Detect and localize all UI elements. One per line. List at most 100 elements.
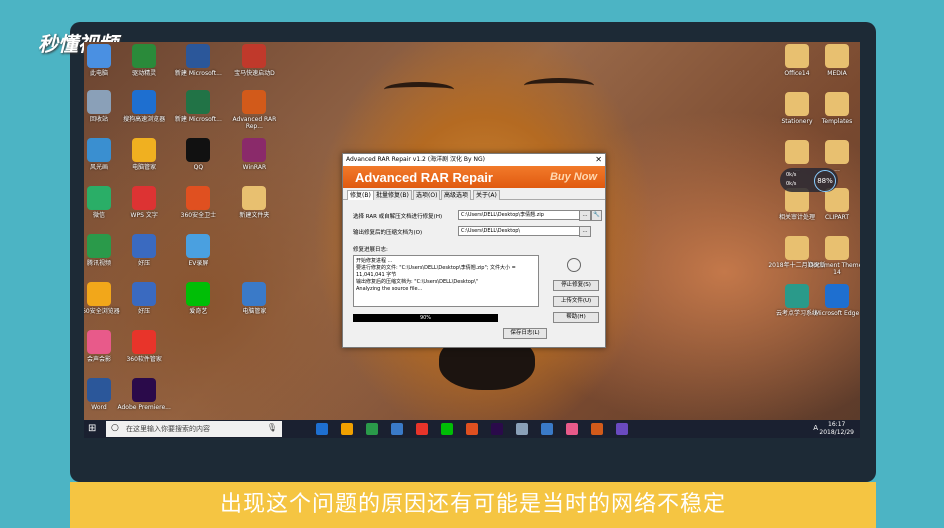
tab-4[interactable]: 关于(A) [473, 190, 500, 200]
app-icon [87, 44, 111, 68]
desktop-icon[interactable]: 新建文件夹 [225, 186, 283, 219]
desktop-icon-label: 360安全卫士 [180, 212, 217, 219]
progress-bar: 90% [353, 314, 498, 322]
desktop-icon-label: WPS 文字 [130, 212, 158, 219]
subtitle-bar: 出现这个问题的原因还有可能是当时的网络不稳定 [70, 482, 876, 528]
taskbar-app-icon[interactable] [366, 423, 378, 435]
desktop-icon[interactable]: Templates [808, 92, 860, 125]
app-icon [132, 234, 157, 258]
taskbar-app-icon[interactable] [341, 423, 353, 435]
open-folder-icon[interactable]: 🔧 [591, 210, 602, 221]
taskbar: ⊞ ○ 在这里输入你要搜索的内容 🎙 A 16:17 2018/12/29 [84, 420, 860, 438]
desktop-icon[interactable]: Document Themes 14 [808, 236, 860, 276]
desktop-icon[interactable]: Microsoft Edge [808, 284, 860, 317]
desktop-icon[interactable]: 驱动精灵 [115, 44, 173, 77]
app-icon [132, 378, 157, 402]
log-line: Analyzing the source file... [356, 286, 423, 292]
browse-archive-button[interactable]: ... [579, 210, 591, 221]
taskbar-app-icon[interactable] [566, 423, 578, 435]
clock-time: 16:17 [828, 421, 846, 428]
folder-icon [825, 44, 849, 68]
taskbar-clock[interactable]: 16:17 2018/12/29 [819, 421, 854, 437]
progress-text: 90% [419, 315, 432, 321]
folder-icon [825, 140, 849, 164]
output-label: 输出修复后的压缩文档为(O) [353, 230, 423, 236]
taskbar-app-icon[interactable] [391, 423, 403, 435]
desktop-icon-label: MEDIA [827, 70, 847, 77]
app-icon [242, 282, 267, 306]
microphone-icon[interactable]: 🎙 [267, 423, 277, 432]
taskbar-app-icon[interactable] [591, 423, 603, 435]
app-icon [242, 44, 267, 68]
tab-3[interactable]: 高级选项 [441, 190, 472, 200]
upload-file-button[interactable]: 上传文件(U) [553, 296, 599, 307]
download-speed: 0k/s [786, 181, 797, 187]
app-icon [186, 138, 211, 162]
taskbar-app-icon[interactable] [516, 423, 528, 435]
desktop-icon[interactable]: 新建 Microsoft... [169, 44, 227, 77]
taskbar-app-icon[interactable] [316, 423, 328, 435]
help-button[interactable]: 帮助(H) [553, 312, 599, 323]
desktop-icon[interactable]: QQ [169, 138, 227, 171]
desktop-icon-label: 新建 Microsoft... [174, 116, 222, 123]
desktop-icon[interactable]: Advanced RAR Rep... [225, 90, 283, 130]
desktop-icon[interactable]: 爱奇艺 [169, 282, 227, 315]
desktop-icon-label: QQ [193, 164, 204, 171]
desktop-icon[interactable]: WPS 文字 [115, 186, 173, 219]
repair-log: 开始修复进程 ... 要进行修复的文件: "C:\Users\DELL\Deskt… [353, 255, 539, 307]
desktop-icon[interactable]: EV录屏 [169, 234, 227, 267]
desktop-icon-label: 360软件管家 [126, 356, 162, 363]
network-speed-widget[interactable]: 0k/s 0k/s 88% [780, 168, 838, 192]
app-icon [132, 186, 157, 210]
windows-start-icon[interactable]: ⊞ [88, 423, 100, 435]
archive-path-field[interactable]: C:\Users\DELL\Desktop\李倩翘.zip [458, 210, 580, 220]
desktop-icon[interactable]: 好压 [115, 234, 173, 267]
save-log-button[interactable]: 保存日志(L) [503, 328, 547, 339]
desktop-icon-label: Microsoft Edge [814, 310, 860, 317]
app-icon [186, 90, 211, 114]
desktop-icon[interactable]: MEDIA [808, 44, 860, 77]
output-path-field[interactable]: C:\Users\DELL\Desktop\ [458, 226, 580, 236]
taskbar-app-icon[interactable] [541, 423, 553, 435]
desktop-icon[interactable]: 宝马快速启动D [225, 44, 283, 77]
desktop-icon[interactable]: 电脑管家 [225, 282, 283, 315]
tab-2[interactable]: 选项(O) [413, 190, 441, 200]
desktop-icon-label: 新建文件夹 [239, 212, 270, 219]
desktop-icon[interactable]: 搜狗高速浏览器 [115, 90, 173, 123]
tab-0[interactable]: 修复(B) [347, 190, 374, 200]
close-icon[interactable]: ✕ [595, 154, 602, 166]
buy-now-link[interactable]: Buy Now [550, 171, 597, 183]
desktop-icon-label: 好压 [138, 260, 151, 267]
folder-icon [785, 140, 809, 164]
browse-output-button[interactable]: ... [579, 226, 591, 237]
app-icon [186, 282, 211, 306]
desktop-icon[interactable]: WinRAR [225, 138, 283, 171]
taskbar-app-icon[interactable] [466, 423, 478, 435]
taskbar-search-box[interactable]: ○ 在这里输入你要搜索的内容 🎙 [106, 421, 282, 437]
taskbar-app-icon[interactable] [616, 423, 628, 435]
desktop-icon[interactable]: CLIPART [808, 188, 860, 221]
upload-speed: 0k/s [786, 172, 797, 178]
tab-1[interactable]: 批量修复(B) [373, 190, 412, 200]
desktop-icon[interactable]: Adobe Premiere... [115, 378, 173, 411]
desktop-icon[interactable]: 新建 Microsoft... [169, 90, 227, 123]
app-icon [132, 44, 157, 68]
app-icon [186, 234, 211, 258]
desktop-icon-label: CLIPART [824, 214, 850, 221]
app-banner: Advanced RAR Repair Buy Now [343, 166, 605, 188]
app-icon [87, 282, 111, 306]
app-icon [87, 234, 111, 258]
advanced-rar-repair-window: Advanced RAR Repair v1.2 (海洋剧 汉化 By NG) … [342, 153, 606, 348]
desktop-icon-label: 新建 Microsoft... [174, 70, 222, 77]
folder-icon [785, 92, 809, 116]
desktop-icon[interactable]: 360安全卫士 [169, 186, 227, 219]
app-icon [87, 330, 111, 354]
desktop-icon[interactable]: 360软件管家 [115, 330, 173, 363]
desktop-icon[interactable]: 好压 [115, 282, 173, 315]
stop-repair-button[interactable]: 停止修复(S) [553, 280, 599, 291]
taskbar-app-icon[interactable] [491, 423, 503, 435]
window-title-bar[interactable]: Advanced RAR Repair v1.2 (海洋剧 汉化 By NG) … [343, 154, 605, 166]
taskbar-app-icon[interactable] [416, 423, 428, 435]
desktop-icon[interactable]: 电脑管家 [115, 138, 173, 171]
taskbar-app-icon[interactable] [441, 423, 453, 435]
